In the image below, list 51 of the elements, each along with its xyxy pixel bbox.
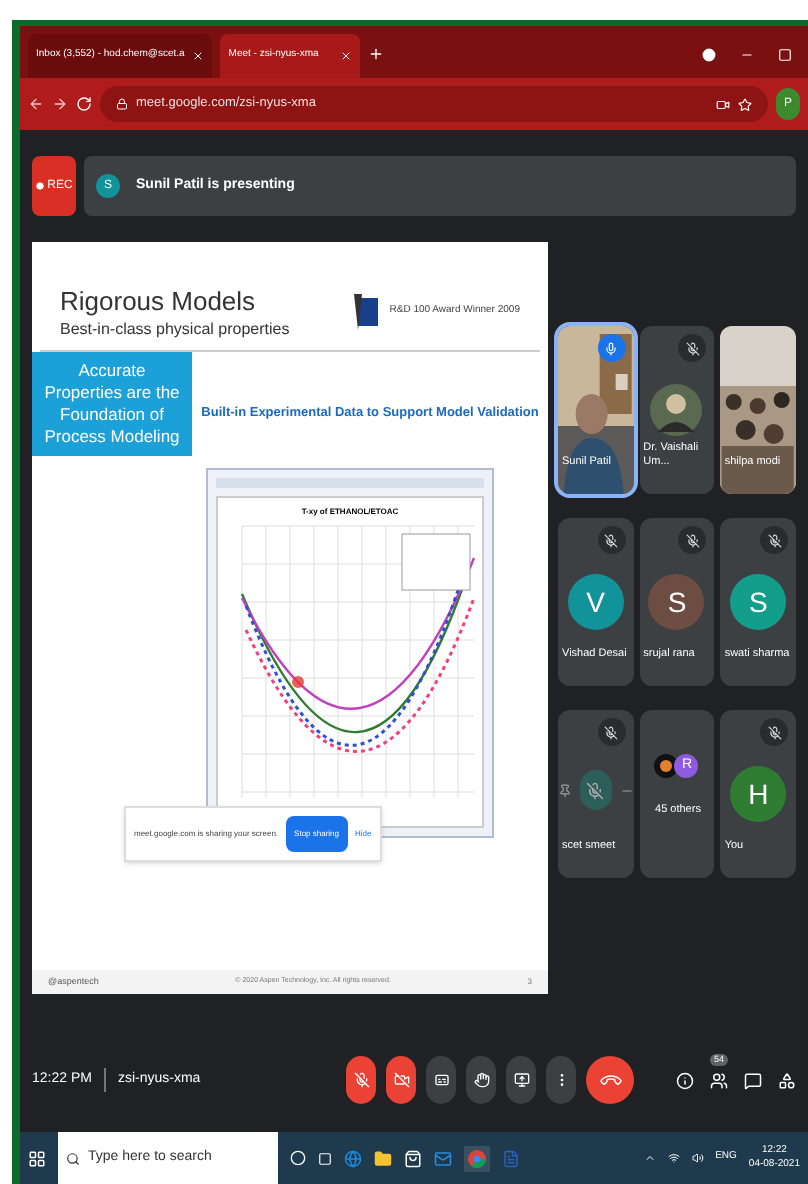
camera-icon xyxy=(716,97,730,111)
present-screen-icon xyxy=(513,1072,530,1088)
mic-off-icon xyxy=(353,1072,370,1088)
mail-icon[interactable] xyxy=(434,1149,452,1167)
info-icon[interactable] xyxy=(676,1071,694,1089)
slide-subtitle: Best-in-class physical properties xyxy=(60,318,290,343)
profile-photo xyxy=(650,384,703,436)
mic-off-icon xyxy=(586,781,605,799)
record-indicator-icon xyxy=(702,48,716,62)
store-icon[interactable] xyxy=(404,1149,422,1167)
close-icon[interactable] xyxy=(192,50,205,62)
present-button[interactable] xyxy=(506,1056,537,1104)
avatar-initial: S xyxy=(730,574,787,630)
camera-off-icon xyxy=(393,1072,410,1088)
task-view-icon[interactable] xyxy=(318,1151,332,1165)
microphone-button[interactable] xyxy=(346,1056,377,1104)
close-icon[interactable] xyxy=(340,50,353,62)
search-icon xyxy=(66,1151,80,1165)
folder-icon[interactable] xyxy=(374,1149,392,1167)
start-icon[interactable] xyxy=(28,1149,46,1167)
avatar-initial: S xyxy=(648,574,705,630)
forward-icon[interactable] xyxy=(52,96,68,112)
end-call-button[interactable] xyxy=(586,1056,635,1104)
reload-icon[interactable] xyxy=(76,96,92,112)
avatar-initial: H xyxy=(730,766,787,822)
award-logo-icon xyxy=(353,294,382,330)
cortana-icon[interactable] xyxy=(290,1150,306,1166)
hand-icon xyxy=(473,1072,490,1088)
new-tab-icon[interactable] xyxy=(368,46,385,62)
lock-icon xyxy=(116,98,128,110)
activities-icon[interactable] xyxy=(778,1071,796,1089)
raise-hand-button[interactable] xyxy=(466,1056,497,1104)
chevron-up-icon[interactable] xyxy=(643,1152,656,1164)
mute-button[interactable] xyxy=(580,770,612,810)
bookmark-icon[interactable] xyxy=(738,97,752,111)
back-icon[interactable] xyxy=(28,96,44,112)
avatar-initial: V xyxy=(567,574,624,630)
minimize-icon[interactable] xyxy=(740,48,754,62)
network-icon[interactable] xyxy=(667,1152,680,1164)
slide-title: Rigorous Models xyxy=(60,286,258,319)
pin-icon[interactable] xyxy=(558,781,573,799)
people-icon[interactable] xyxy=(710,1071,728,1089)
callout-box: Accurate Properties are the Foundation of Process Modeling xyxy=(32,352,192,457)
maximize-icon[interactable] xyxy=(778,48,792,62)
captions-button[interactable] xyxy=(426,1056,457,1104)
chat-icon[interactable] xyxy=(744,1071,762,1089)
captions-icon xyxy=(433,1072,450,1088)
volume-icon[interactable] xyxy=(691,1152,704,1164)
chrome-icon[interactable] xyxy=(464,1145,490,1171)
avatar-icon xyxy=(654,754,679,778)
camera-button[interactable] xyxy=(386,1056,417,1104)
